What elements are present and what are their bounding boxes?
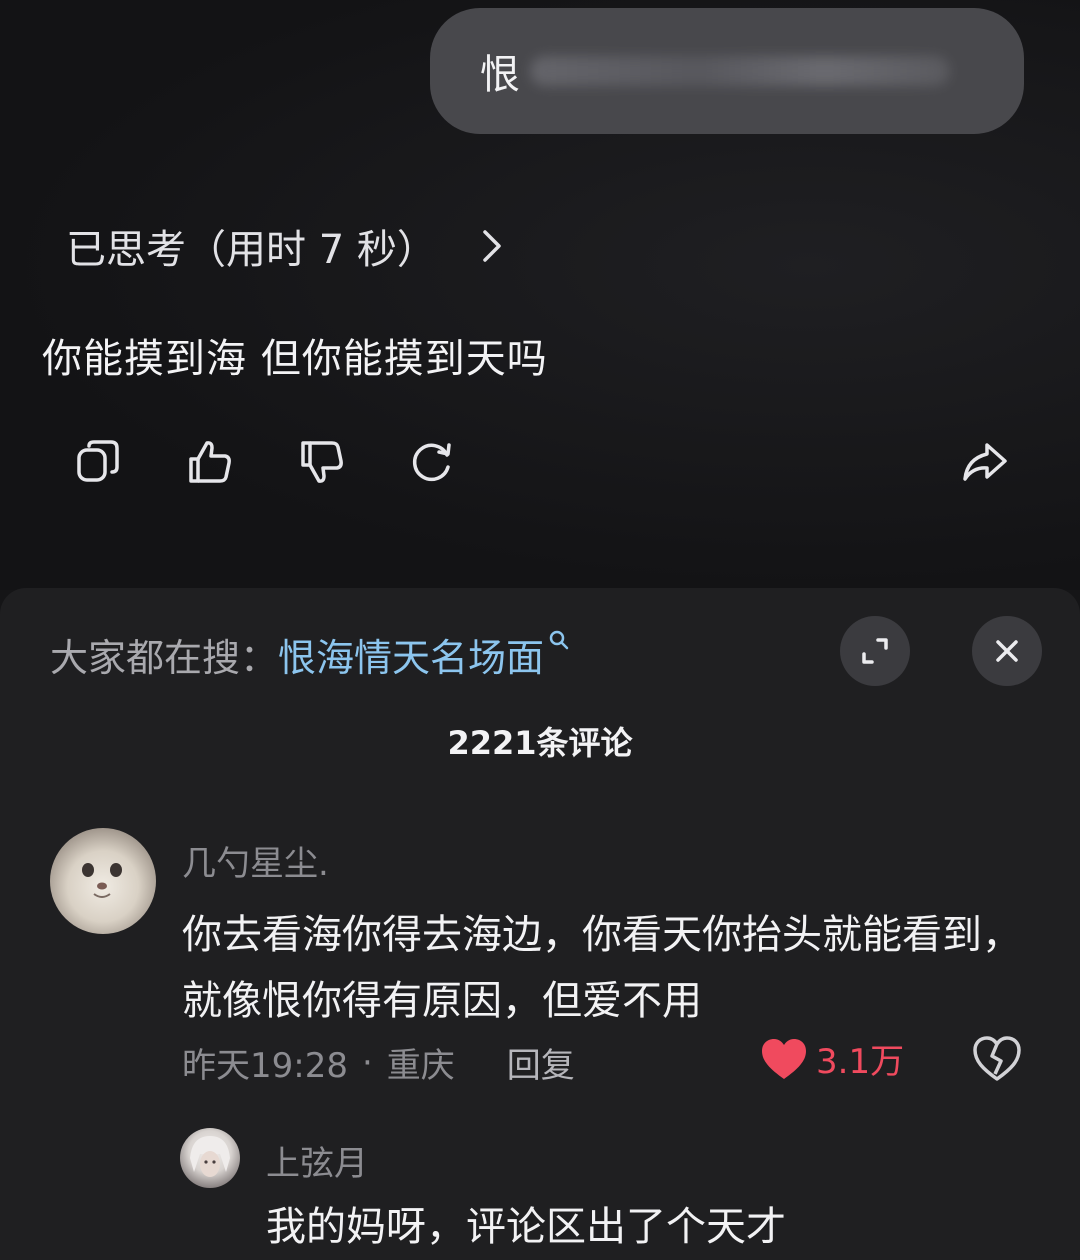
user-message-text: 恨 xyxy=(480,52,520,98)
share-icon xyxy=(963,443,1007,481)
heart-icon xyxy=(762,1038,806,1079)
screen: 恨 已思考（用时 7 秒） 你能摸到海 但你能摸到天吗 大家都在搜： 恨海情天名… xyxy=(0,0,1080,1260)
dislike-button[interactable] xyxy=(294,434,350,490)
comment-time: 昨天19:28 xyxy=(182,1046,348,1086)
broken-heart-icon[interactable] xyxy=(972,1034,1022,1084)
like-button[interactable] xyxy=(182,434,238,490)
copy-icon xyxy=(77,440,119,482)
reply-username[interactable]: 上弦月 xyxy=(266,1136,368,1185)
blurred-text xyxy=(530,56,950,86)
thinking-label: 已思考（用时 7 秒） xyxy=(66,227,437,273)
thinking-toggle[interactable]: 已思考（用时 7 秒） xyxy=(66,218,503,274)
cat-avatar-image xyxy=(82,863,122,898)
share-button[interactable] xyxy=(956,434,1012,490)
assistant-answer: 你能摸到海 但你能摸到天吗 xyxy=(42,336,548,382)
reply-button[interactable]: 回复 xyxy=(507,1038,575,1087)
regenerate-icon xyxy=(412,443,451,481)
comments-sheet: 大家都在搜： 恨海情天名场面 2221条评论 几勺星尘. 你去看海你得去海边，你… xyxy=(0,588,1080,1260)
comment-meta: 昨天19:28 · 重庆 回复 xyxy=(182,1038,575,1087)
comment-text: 你去看海你得去海边，你看天你抬头就能看到，就像恨你得有原因，但爱不用 xyxy=(182,912,1022,1024)
close-icon xyxy=(996,640,1018,662)
trending-search[interactable]: 大家都在搜： 恨海情天名场面 xyxy=(50,624,570,684)
comment-count: 2221条评论 xyxy=(447,724,633,762)
message-action-bar xyxy=(0,434,1080,494)
reply-text: 我的妈呀，评论区出了个天才 xyxy=(266,1204,786,1250)
expand-button[interactable] xyxy=(840,616,910,686)
chat-area: 恨 已思考（用时 7 秒） 你能摸到海 但你能摸到天吗 xyxy=(0,0,1080,590)
meta-separator: · xyxy=(361,1042,373,1083)
search-icon xyxy=(549,630,569,650)
regenerate-button[interactable] xyxy=(404,434,460,490)
thumbs-down-icon xyxy=(301,441,343,483)
reply-avatar[interactable] xyxy=(180,1128,240,1188)
avatar[interactable] xyxy=(50,828,156,934)
user-message-bubble[interactable]: 恨 xyxy=(430,8,1024,134)
trending-search-term[interactable]: 恨海情天名场面 xyxy=(278,627,544,682)
like-count-button[interactable]: 3.1万 xyxy=(760,1034,904,1083)
thumbs-up-icon xyxy=(189,441,231,483)
close-button[interactable] xyxy=(972,616,1042,686)
chevron-right-icon xyxy=(483,230,501,262)
trending-search-label: 大家都在搜： xyxy=(50,635,279,680)
expand-icon xyxy=(862,638,888,664)
comment-username[interactable]: 几勺星尘. xyxy=(182,836,329,885)
like-count: 3.1万 xyxy=(816,1042,905,1082)
anime-avatar-image xyxy=(190,1136,230,1177)
comment-location: 重庆 xyxy=(386,1046,455,1086)
copy-button[interactable] xyxy=(70,434,126,490)
